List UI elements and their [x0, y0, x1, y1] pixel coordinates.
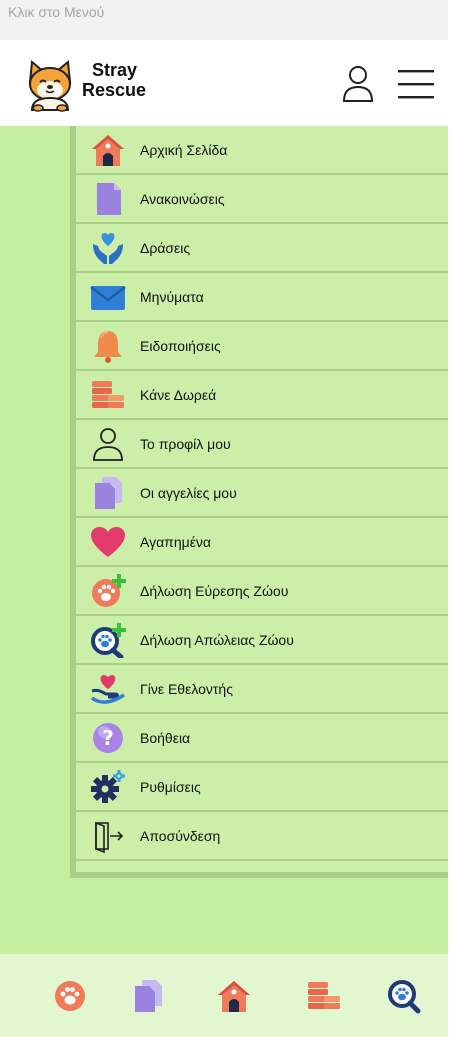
menu-item-favorites[interactable]: Αγαπημένα — [76, 518, 448, 567]
coins-icon — [90, 377, 126, 413]
menu-item-label: Δήλωση Απώλειας Ζώου — [140, 632, 294, 648]
menu-item-become-volunteer[interactable]: Γίνε Εθελοντής — [76, 665, 448, 714]
menu-item-settings[interactable]: Ρυθμίσεις — [76, 763, 448, 812]
menu-item-announcements[interactable]: Ανακοινώσεις — [76, 175, 448, 224]
menu-item-label: Βοήθεια — [140, 730, 191, 746]
menu-item-label: Δήλωση Εύρεσης Ζώου — [140, 583, 289, 599]
hamburger-icon — [398, 70, 434, 99]
svg-text:?: ? — [102, 726, 114, 750]
home-icon — [90, 132, 126, 168]
menu-item-report-found-animal[interactable]: Δήλωση Εύρεσης Ζώου — [76, 567, 448, 616]
menu-item-label: Γίνε Εθελοντής — [140, 681, 233, 697]
bottom-nav-search-lost[interactable] — [386, 978, 422, 1014]
app-header: Stray Rescue — [0, 40, 448, 126]
menu-item-donate[interactable]: Κάνε Δωρεά — [76, 371, 448, 420]
bell-icon — [90, 328, 126, 364]
menu-item-report-lost-animal[interactable]: Δήλωση Απώλειας Ζώου — [76, 616, 448, 665]
menu-item-actions[interactable]: Δράσεις — [76, 224, 448, 273]
menu-item-help[interactable]: ? Βοήθεια — [76, 714, 448, 763]
hands-heart-icon — [90, 230, 126, 266]
menu-item-label: Αποσύνδεση — [140, 828, 221, 844]
user-icon — [342, 66, 374, 102]
content-area: Αρχική Σελίδα Ανακοινώσεις Δράσεις Μηνύμ… — [0, 126, 448, 954]
menu-item-label: Οι αγγελίες μου — [140, 485, 237, 501]
menu-item-label: Ειδοποιήσεις — [140, 338, 221, 354]
home-icon — [218, 981, 250, 1012]
brand-line-1: Stray — [92, 60, 138, 80]
brand-line-2: Rescue — [82, 80, 147, 100]
menu-item-label: Ανακοινώσεις — [140, 191, 225, 207]
brand-name: Stray Rescue — [82, 60, 146, 100]
menu-item-label: Δράσεις — [140, 240, 191, 256]
shiba-logo-icon — [22, 56, 78, 112]
menu-item-my-profile[interactable]: Το προφίλ μου — [76, 420, 448, 469]
volunteer-hands-icon — [90, 671, 126, 707]
coins-icon — [308, 982, 340, 1009]
hamburger-menu-button[interactable] — [394, 66, 438, 102]
documents-icon — [135, 980, 162, 1012]
document-icon — [90, 181, 126, 217]
bottom-nav-listings[interactable] — [130, 978, 166, 1014]
top-hint-text: Κλικ στο Μενού — [8, 4, 105, 20]
top-hint-bar: Κλικ στο Μενού — [0, 0, 448, 40]
menu-item-home[interactable]: Αρχική Σελίδα — [76, 126, 448, 175]
envelope-icon — [90, 279, 126, 315]
paw-icon — [55, 981, 85, 1011]
bottom-nav-home[interactable] — [216, 978, 252, 1014]
user-icon — [90, 426, 126, 462]
gear-icon — [90, 769, 126, 805]
heart-icon — [90, 524, 126, 560]
paw-search-add-icon — [90, 622, 126, 658]
question-icon: ? — [90, 720, 126, 756]
menu-item-label: Μηνύματα — [140, 289, 204, 305]
bottom-nav — [0, 954, 448, 1037]
menu-item-my-listings[interactable]: Οι αγγελίες μου — [76, 469, 448, 518]
menu-item-notifications[interactable]: Ειδοποιήσεις — [76, 322, 448, 371]
menu-item-logout[interactable]: Αποσύνδεση — [76, 812, 448, 861]
bottom-nav-donate[interactable] — [306, 978, 342, 1014]
logout-icon — [90, 818, 126, 854]
documents-icon — [90, 475, 126, 511]
menu-item-label: Το προφίλ μου — [140, 436, 231, 452]
bottom-nav-paw[interactable] — [52, 978, 88, 1014]
side-menu: Αρχική Σελίδα Ανακοινώσεις Δράσεις Μηνύμ… — [70, 126, 448, 878]
paw-add-icon — [90, 573, 126, 609]
paw-search-icon — [388, 980, 421, 1014]
profile-button[interactable] — [342, 64, 374, 104]
menu-item-messages[interactable]: Μηνύματα — [76, 273, 448, 322]
menu-item-label: Αρχική Σελίδα — [140, 142, 228, 158]
menu-item-label: Κάνε Δωρεά — [140, 387, 217, 403]
menu-item-label: Ρυθμίσεις — [140, 779, 201, 795]
menu-item-label: Αγαπημένα — [140, 534, 212, 550]
